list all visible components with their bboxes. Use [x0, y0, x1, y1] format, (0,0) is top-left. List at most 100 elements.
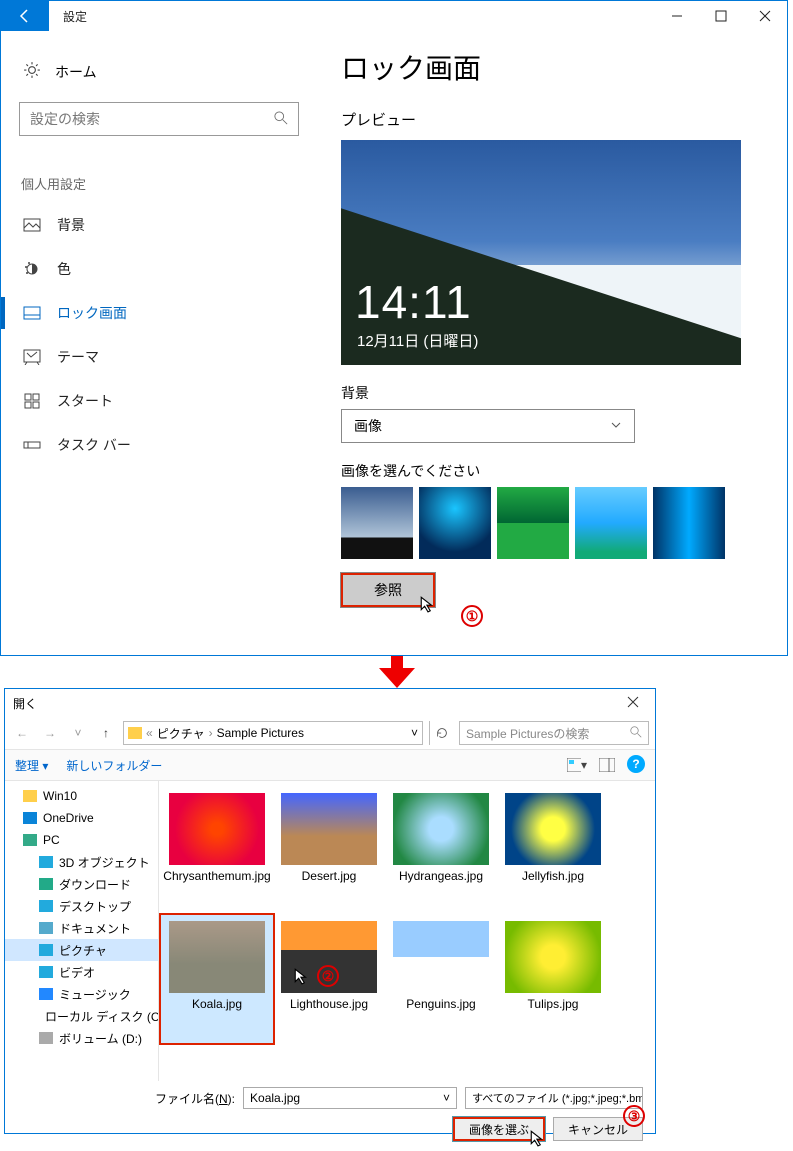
dialog-close-button[interactable]: [619, 696, 647, 711]
tree-item[interactable]: 3D オブジェクト: [5, 851, 158, 873]
file-name: Hydrangeas.jpg: [397, 869, 485, 883]
sidebar-item-5[interactable]: タスク バー: [19, 423, 305, 467]
tree-item[interactable]: ビデオ: [5, 961, 158, 983]
help-button[interactable]: ?: [627, 755, 645, 773]
file-item[interactable]: Jellyfish.jpg: [497, 787, 609, 915]
filename-value: Koala.jpg: [250, 1091, 300, 1105]
settings-window: 設定 ホーム 設定の検索 個人用設定 背景色ロック画面テーマスタートタスク バー…: [0, 0, 788, 656]
file-thumbnail: [169, 921, 265, 993]
chevron-down-icon[interactable]: ˅: [443, 1091, 450, 1105]
tree-item[interactable]: ボリューム (D:): [5, 1027, 158, 1049]
refresh-button[interactable]: [429, 721, 453, 745]
preview-pane-button[interactable]: [597, 755, 617, 775]
tree-item[interactable]: ドキュメント: [5, 917, 158, 939]
file-item[interactable]: Chrysanthemum.jpg: [161, 787, 273, 915]
file-list[interactable]: Chrysanthemum.jpg Desert.jpg Hydrangeas.jp…: [159, 781, 655, 1081]
search-icon: [630, 726, 642, 741]
nav-recent-button[interactable]: ˅: [67, 722, 89, 744]
thumbnail-2[interactable]: [419, 487, 491, 559]
sidebar-item-4[interactable]: スタート: [19, 379, 305, 423]
tree-item[interactable]: デスクトップ: [5, 895, 158, 917]
maximize-button[interactable]: [699, 1, 743, 31]
filetype-select[interactable]: すべてのファイル (*.jpg;*.jpeg;*.bmp ˅: [465, 1087, 643, 1109]
folder-icon: [39, 944, 53, 956]
tree-item[interactable]: ローカル ディスク (C: [5, 1005, 158, 1027]
sidebar-icon: [23, 393, 41, 409]
sidebar-item-0[interactable]: 背景: [19, 203, 305, 247]
tree-item[interactable]: OneDrive: [5, 807, 158, 829]
tree-label: ビデオ: [59, 964, 95, 981]
tree-label: OneDrive: [43, 811, 94, 825]
nav-fwd-button[interactable]: →: [39, 722, 61, 744]
folder-tree[interactable]: Win10 OneDrive PC 3D オブジェクトダウンロードデスクトップドキュメ…: [5, 781, 159, 1081]
home-link[interactable]: ホーム: [19, 49, 305, 102]
window-title: 設定: [49, 1, 101, 31]
file-name: Tulips.jpg: [526, 997, 581, 1011]
search-input[interactable]: 設定の検索: [19, 102, 299, 136]
file-thumbnail: [281, 793, 377, 865]
red-arrow-icon: [0, 654, 793, 688]
folder-icon: [23, 834, 37, 846]
sidebar-item-2[interactable]: ロック画面: [19, 291, 305, 335]
folder-icon: [23, 790, 37, 802]
file-item[interactable]: Hydrangeas.jpg: [385, 787, 497, 915]
dialog-search-input[interactable]: Sample Picturesの検索: [459, 721, 649, 745]
nav-back-button[interactable]: ←: [11, 722, 33, 744]
thumbnail-3[interactable]: [497, 487, 569, 559]
folder-icon: [39, 856, 53, 868]
browse-button[interactable]: 参照: [341, 573, 435, 607]
tree-item[interactable]: ピクチャ: [5, 939, 158, 961]
close-button[interactable]: [743, 1, 787, 31]
preview-label: プレビュー: [341, 109, 767, 130]
titlebar: 設定: [1, 1, 787, 31]
choose-image-label: 画像を選んでください: [341, 461, 767, 481]
page-title: ロック画面: [341, 47, 767, 87]
sidebar-item-1[interactable]: 色: [19, 247, 305, 291]
callout-3: ③: [623, 1105, 645, 1127]
chevron-down-icon[interactable]: ˅: [411, 726, 418, 740]
thumbnail-5[interactable]: [653, 487, 725, 559]
file-item[interactable]: Desert.jpg: [273, 787, 385, 915]
path-parent[interactable]: ピクチャ: [157, 725, 205, 742]
organize-menu[interactable]: 整理 ▾: [15, 757, 48, 774]
file-item[interactable]: Koala.jpg: [161, 915, 273, 1043]
tree-item[interactable]: Win10: [5, 785, 158, 807]
address-bar[interactable]: « ピクチャ › Sample Pictures ˅: [123, 721, 423, 745]
open-button[interactable]: 画像を選ぶ: [453, 1117, 545, 1141]
nav-up-button[interactable]: ↑: [95, 722, 117, 744]
tree-label: 3D オブジェクト: [59, 854, 150, 871]
tree-label: デスクトップ: [59, 898, 131, 915]
path-current[interactable]: Sample Pictures: [217, 726, 304, 740]
view-menu[interactable]: ▾: [567, 755, 587, 775]
tree-item[interactable]: ダウンロード: [5, 873, 158, 895]
file-thumbnail: [169, 793, 265, 865]
file-thumbnail: [505, 793, 601, 865]
filename-input[interactable]: Koala.jpg ˅: [243, 1087, 457, 1109]
sidebar-label: テーマ: [57, 347, 99, 367]
sidebar-item-3[interactable]: テーマ: [19, 335, 305, 379]
tree-label: ミュージック: [59, 986, 131, 1003]
tree-label: ピクチャ: [59, 942, 107, 959]
thumbnail-1[interactable]: [341, 487, 413, 559]
minimize-button[interactable]: [655, 1, 699, 31]
folder-icon: [23, 812, 37, 824]
file-item[interactable]: Tulips.jpg: [497, 915, 609, 1043]
file-name: Desert.jpg: [300, 869, 359, 883]
main-pane: ロック画面 プレビュー 14:11 12月11日 (日曜日) 背景 画像 画像を…: [323, 31, 787, 655]
back-button[interactable]: [1, 1, 49, 31]
filetype-value: すべてのファイル (*.jpg;*.jpeg;*.bmp: [472, 1090, 643, 1106]
tree-item[interactable]: ミュージック: [5, 983, 158, 1005]
sidebar-icon: [23, 439, 41, 451]
sidebar-icon: [23, 218, 41, 232]
new-folder-button[interactable]: 新しいフォルダー: [66, 757, 162, 774]
tree-label: ダウンロード: [59, 876, 131, 893]
thumbnail-4[interactable]: [575, 487, 647, 559]
tree-item[interactable]: PC: [5, 829, 158, 851]
callout-1: ①: [461, 605, 483, 627]
sidebar: ホーム 設定の検索 個人用設定 背景色ロック画面テーマスタートタスク バー: [1, 31, 323, 655]
file-item[interactable]: Penguins.jpg: [385, 915, 497, 1043]
callout-2: ②: [317, 965, 339, 987]
file-thumbnail: [393, 793, 489, 865]
background-select[interactable]: 画像: [341, 409, 635, 443]
cursor-icon: [293, 967, 311, 985]
